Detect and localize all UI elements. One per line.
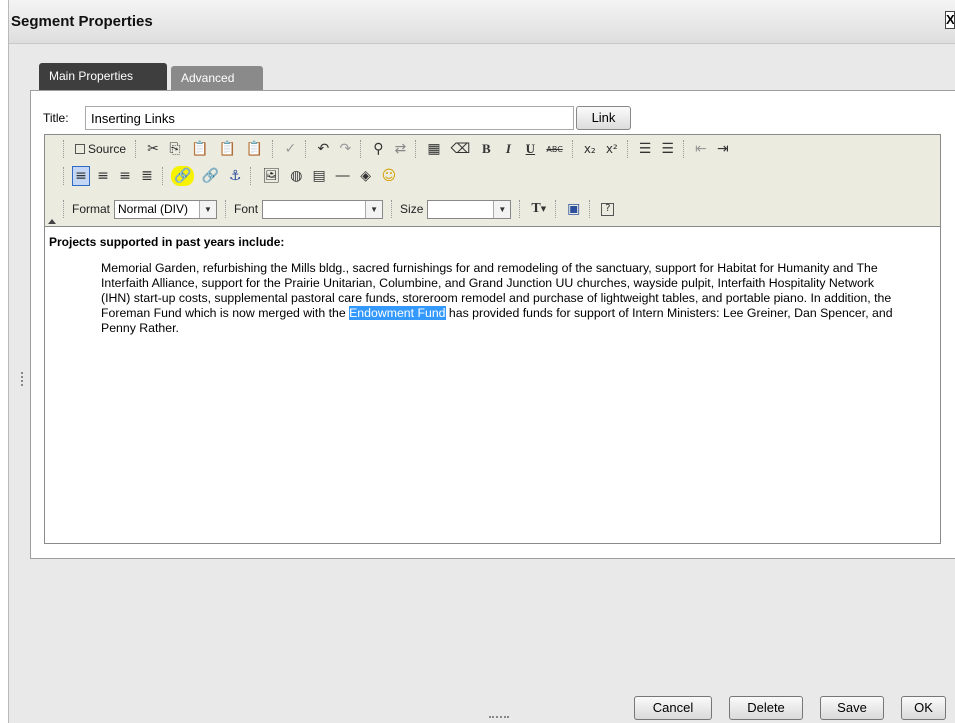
toolbar-row-1: Source ✂ ⎘ 📋 📋 📋 ✓ ↶ ↷ ⚲ ⇄ ▦ ⌫ B I U ABC…	[59, 137, 734, 161]
font-label: Font	[234, 202, 259, 216]
rich-text-editor: Source ✂ ⎘ 📋 📋 📋 ✓ ↶ ↷ ⚲ ⇄ ▦ ⌫ B I U ABC…	[44, 134, 941, 544]
toolbar-separator	[682, 140, 688, 158]
editor-toolbar: Source ✂ ⎘ 📋 📋 📋 ✓ ↶ ↷ ⚲ ⇄ ▦ ⌫ B I U ABC…	[45, 135, 940, 227]
anchor-icon[interactable]: ⚓	[226, 166, 245, 186]
bold-icon[interactable]: B	[477, 139, 495, 159]
format-label: Format	[72, 202, 111, 216]
indent-icon[interactable]: ⇥	[714, 139, 732, 159]
numbered-list-icon[interactable]: ☰	[636, 139, 655, 159]
format-dropdown[interactable]: Normal (DIV) ▼	[114, 199, 218, 219]
save-button[interactable]: Save	[820, 696, 884, 720]
bottom-resize-grip[interactable]	[489, 716, 509, 720]
toolbar-separator	[305, 140, 310, 158]
selected-text: Endowment Fund	[349, 306, 446, 320]
font-dropdown[interactable]: ▼	[262, 199, 384, 219]
toolbar-separator	[63, 200, 68, 218]
toolbar-separator	[63, 167, 68, 185]
align-right-icon[interactable]: ≡	[116, 166, 134, 186]
select-all-icon[interactable]: ▦	[424, 139, 443, 159]
find-icon[interactable]: ⚲	[369, 139, 387, 159]
toolbar-separator	[162, 167, 167, 185]
delete-button[interactable]: Delete	[729, 696, 803, 720]
paste-icon[interactable]: 📋	[188, 139, 211, 159]
toolbar-separator	[135, 140, 140, 158]
editor-content-area[interactable]: Projects supported in past years include…	[45, 227, 940, 543]
size-label: Size	[400, 202, 424, 216]
italic-icon[interactable]: I	[499, 139, 517, 159]
bulleted-list-icon[interactable]: ☰	[658, 139, 677, 159]
text-color-icon[interactable]: T ▼	[528, 199, 549, 219]
source-button[interactable]: Source	[72, 139, 129, 159]
chevron-down-icon: ▼	[493, 200, 511, 218]
link-button[interactable]: Link	[576, 106, 631, 130]
toolbar-row-2: ≡ ≡ ≡ ≣ 🔗 🔗 ⚓ 🖼 ◍ ▤ ― ◈ ☺	[59, 164, 401, 188]
chevron-down-icon: ▼	[199, 200, 217, 218]
insert-link-icon[interactable]: 🔗	[171, 166, 195, 186]
align-justify-icon[interactable]: ≣	[138, 166, 156, 186]
toolbar-separator	[63, 140, 68, 158]
superscript-icon[interactable]: x²	[603, 139, 621, 159]
toolbar-separator	[519, 200, 524, 218]
title-label: Title:	[43, 111, 69, 125]
remove-format-icon[interactable]: ⌫	[448, 139, 474, 159]
toolbar-separator	[360, 140, 365, 158]
main-properties-panel: Title: Link Source ✂ ⎘ 📋 📋 📋 ✓ ↶	[30, 90, 955, 559]
toolbar-collapse-icon[interactable]	[48, 219, 56, 224]
cut-icon[interactable]: ✂	[144, 139, 162, 159]
underline-icon[interactable]: U	[521, 139, 539, 159]
side-resize-grip[interactable]	[21, 372, 24, 386]
image-icon[interactable]: 🖼	[259, 166, 283, 186]
align-left-icon[interactable]: ≡	[72, 166, 90, 186]
chevron-down-icon: ▼	[365, 200, 383, 218]
cancel-button[interactable]: Cancel	[634, 696, 712, 720]
copy-icon[interactable]: ⎘	[166, 139, 184, 159]
source-icon	[75, 144, 85, 154]
close-button[interactable]: X	[945, 11, 955, 29]
paste-word-icon[interactable]: 📋	[243, 139, 266, 159]
table-icon[interactable]: ▤	[309, 166, 328, 186]
format-value: Normal (DIV)	[118, 202, 189, 216]
toolbar-separator	[571, 140, 577, 158]
maximize-icon[interactable]: ▣	[564, 199, 583, 219]
ok-button[interactable]: OK	[901, 696, 946, 720]
replace-icon[interactable]: ⇄	[391, 139, 409, 159]
flash-icon[interactable]: ◍	[287, 166, 305, 186]
toolbar-separator	[589, 200, 594, 218]
paste-text-icon[interactable]: 📋	[215, 139, 238, 159]
toolbar-separator	[272, 140, 277, 158]
toolbar-separator	[555, 200, 560, 218]
content-heading: Projects supported in past years include…	[49, 235, 285, 249]
tab-main-properties[interactable]: Main Properties	[39, 63, 167, 90]
undo-icon[interactable]: ↶	[314, 139, 332, 159]
subscript-icon[interactable]: x₂	[581, 139, 599, 159]
spellcheck-icon[interactable]: ✓	[281, 139, 299, 159]
unlink-icon[interactable]: 🔗	[198, 166, 221, 186]
title-input[interactable]	[85, 106, 574, 130]
outdent-icon[interactable]: ⇤	[692, 139, 710, 159]
align-center-icon[interactable]: ≡	[94, 166, 112, 186]
strikethrough-icon[interactable]: ABC	[543, 139, 565, 159]
dialog-title: Segment Properties	[11, 13, 153, 30]
toolbar-row-3: Format Normal (DIV) ▼ Font ▼ Size ▼ T ▼ …	[59, 197, 619, 221]
size-dropdown[interactable]: ▼	[427, 199, 512, 219]
redo-icon[interactable]: ↷	[336, 139, 354, 159]
smiley-icon[interactable]: ☺	[379, 166, 400, 186]
toolbar-separator	[415, 140, 420, 158]
segment-properties-dialog: Segment Properties X Main Properties Adv…	[8, 0, 955, 723]
toolbar-separator	[225, 200, 230, 218]
source-label: Source	[88, 142, 127, 156]
tab-advanced[interactable]: Advanced	[171, 66, 263, 90]
toolbar-separator	[626, 140, 632, 158]
help-icon[interactable]: ?	[598, 199, 617, 219]
dialog-titlebar[interactable]: Segment Properties X	[9, 0, 955, 44]
content-paragraph: Memorial Garden, refurbishing the Mills …	[101, 261, 900, 336]
horizontal-rule-icon[interactable]: ―	[333, 166, 353, 186]
special-char-icon[interactable]: ◈	[357, 166, 375, 186]
toolbar-separator	[250, 167, 255, 185]
toolbar-separator	[391, 200, 396, 218]
